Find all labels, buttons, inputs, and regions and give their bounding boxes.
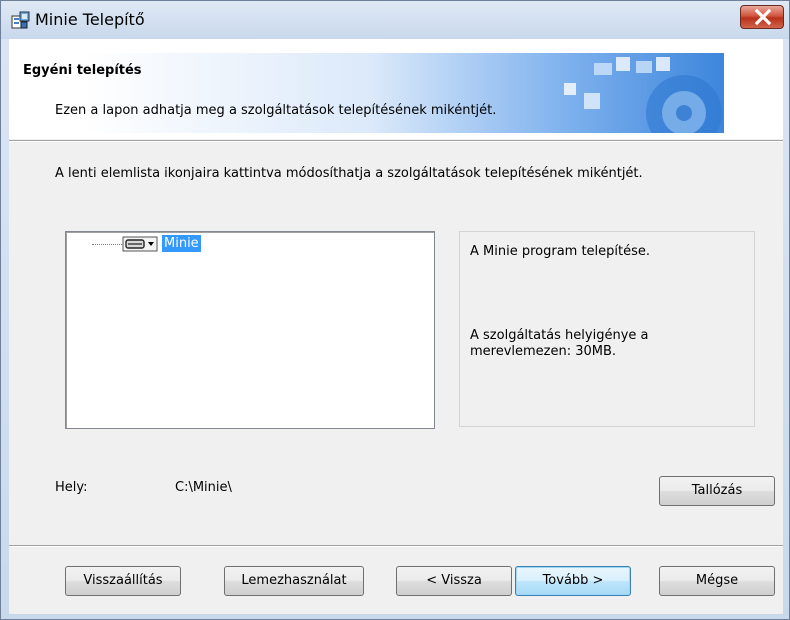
dialog-body: Egyéni telepítés Ezen a lapon adhatja me… xyxy=(9,39,783,614)
tree-connector xyxy=(92,244,122,245)
back-button[interactable]: < Vissza xyxy=(396,566,512,596)
banner-graphic xyxy=(84,53,724,133)
close-icon xyxy=(754,8,772,26)
header-banner: Egyéni telepítés Ezen a lapon adhatja me… xyxy=(9,39,783,139)
disk-usage-button[interactable]: Lemezhasználat xyxy=(224,566,364,596)
cancel-button[interactable]: Mégse xyxy=(659,566,775,596)
feature-drive-dropdown-icon[interactable] xyxy=(122,236,158,252)
location-value: C:\Minie\ xyxy=(175,480,232,495)
reset-button[interactable]: Visszaállítás xyxy=(65,566,181,596)
installer-icon xyxy=(11,11,30,29)
tree-item-minie[interactable]: Minie xyxy=(162,235,201,252)
browse-button[interactable]: Tallózás xyxy=(659,476,775,506)
page-title: Egyéni telepítés xyxy=(23,63,142,78)
installer-window: Minie Telepítő Egyéni telepítés Ezen a l… xyxy=(0,0,790,620)
close-button[interactable] xyxy=(740,5,784,29)
feature-description: A Minie program telepítése. xyxy=(470,244,651,259)
next-button[interactable]: Tovább > xyxy=(515,566,631,596)
feature-info-panel: A Minie program telepítése. A szolgáltat… xyxy=(459,231,755,427)
feature-size-text: A szolgáltatás helyigénye a merevlemezen… xyxy=(470,328,649,359)
location-label: Hely: xyxy=(55,480,88,495)
header-divider xyxy=(9,140,783,142)
title-bar[interactable]: Minie Telepítő xyxy=(1,1,789,39)
window-title: Minie Telepítő xyxy=(35,10,145,29)
instruction-text: A lenti elemlista ikonjaira kattintva mó… xyxy=(55,166,643,181)
page-description: Ezen a lapon adhatja meg a szolgáltatáso… xyxy=(55,103,497,118)
feature-tree[interactable]: Minie xyxy=(65,231,435,429)
footer-divider xyxy=(9,545,783,547)
